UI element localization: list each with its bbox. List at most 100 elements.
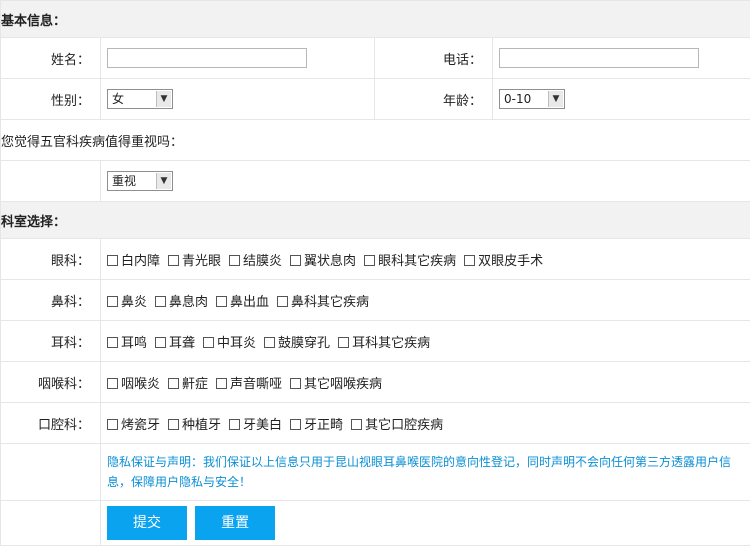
- department-option[interactable]: 双眼皮手术: [464, 250, 543, 269]
- submit-button[interactable]: 提交: [107, 506, 187, 540]
- option-checkbox[interactable]: [168, 377, 180, 389]
- option-checkbox[interactable]: [107, 377, 118, 389]
- option-label: 耳科其它疾病: [352, 335, 431, 351]
- department-option[interactable]: 眼科其它疾病: [364, 250, 456, 269]
- department-option[interactable]: 翼状息肉: [290, 250, 356, 269]
- basic-info-heading: 基本信息：: [0, 0, 750, 38]
- importance-select[interactable]: 重视 ▼: [107, 171, 173, 191]
- option-label: 鼓膜穿孔: [278, 335, 331, 351]
- gender-select[interactable]: 女 ▼: [107, 89, 173, 109]
- option-checkbox[interactable]: [216, 377, 228, 389]
- option-checkbox[interactable]: [107, 336, 118, 348]
- department-row: 口腔科： 烤瓷牙 种植牙 牙美白 牙正畸 其它口腔疾病: [0, 402, 750, 444]
- option-label: 咽喉炎: [121, 376, 161, 392]
- chevron-down-icon: ▼: [156, 173, 171, 189]
- option-label: 鼾症: [182, 376, 209, 392]
- department-option[interactable]: 牙美白: [229, 414, 282, 433]
- reset-button[interactable]: 重置: [195, 506, 276, 540]
- age-selected-value: 0-10: [504, 92, 532, 106]
- option-label: 其它口腔疾病: [365, 417, 444, 433]
- name-input[interactable]: [107, 48, 307, 68]
- option-checkbox[interactable]: [168, 418, 180, 430]
- option-label: 种植牙: [182, 417, 222, 433]
- importance-question: 您觉得五官科疾病值得重视吗：: [0, 119, 750, 161]
- department-option[interactable]: 鼻息肉: [155, 291, 208, 310]
- option-label: 鼻科其它疾病: [291, 294, 370, 310]
- gender-selected-value: 女: [112, 92, 125, 106]
- phone-label: 电话：: [374, 37, 493, 79]
- importance-selected-value: 重视: [112, 174, 137, 188]
- basic-info-section: 基本信息：: [0, 0, 750, 38]
- option-checkbox[interactable]: [264, 336, 276, 348]
- option-checkbox[interactable]: [229, 418, 241, 430]
- phone-input[interactable]: [499, 48, 699, 68]
- option-label: 青光眼: [182, 253, 222, 269]
- department-option[interactable]: 耳鸣: [107, 332, 147, 351]
- department-option[interactable]: 青光眼: [168, 250, 221, 269]
- option-checkbox[interactable]: [277, 295, 289, 307]
- department-groups: 眼科： 白内障 青光眼 结膜炎 翼状息肉 眼科其它疾病 双眼皮手术 鼻科： 鼻炎 鼻息肉 鼻出血 鼻科…: [0, 238, 750, 444]
- department-section: 科室选择：: [0, 201, 750, 239]
- option-label: 鼻息肉: [169, 294, 209, 310]
- age-label: 年龄：: [374, 78, 493, 120]
- option-checkbox[interactable]: [338, 336, 350, 348]
- option-checkbox[interactable]: [290, 254, 302, 266]
- option-label: 鼻炎: [121, 294, 148, 310]
- chevron-down-icon: ▼: [548, 91, 563, 107]
- department-option[interactable]: 咽喉炎: [107, 373, 160, 392]
- option-checkbox[interactable]: [364, 254, 376, 266]
- option-checkbox[interactable]: [290, 377, 302, 389]
- chevron-down-icon: ▼: [156, 91, 171, 107]
- department-option[interactable]: 鼓膜穿孔: [264, 332, 330, 351]
- department-option[interactable]: 种植牙: [168, 414, 221, 433]
- option-label: 眼科其它疾病: [378, 253, 457, 269]
- option-checkbox[interactable]: [229, 254, 241, 266]
- option-label: 双眼皮手术: [478, 253, 544, 269]
- department-option[interactable]: 耳科其它疾病: [338, 332, 430, 351]
- age-select[interactable]: 0-10 ▼: [499, 89, 565, 109]
- department-row: 鼻科： 鼻炎 鼻息肉 鼻出血 鼻科其它疾病: [0, 279, 750, 321]
- department-label: 鼻科：: [0, 279, 101, 321]
- option-checkbox[interactable]: [203, 336, 215, 348]
- privacy-row: 隐私保证与声明：我们保证以上信息只用于昆山视眼耳鼻喉医院的意向性登记，同时声明不…: [0, 443, 750, 501]
- option-label: 中耳炎: [217, 335, 257, 351]
- option-checkbox[interactable]: [107, 254, 118, 266]
- department-option[interactable]: 其它咽喉疾病: [290, 373, 382, 392]
- department-row: 咽喉科： 咽喉炎 鼾症 声音嘶哑 其它咽喉疾病: [0, 361, 750, 403]
- name-phone-row: 姓名： 电话：: [0, 37, 750, 79]
- actions-row: 提交 重置: [0, 500, 750, 546]
- option-checkbox[interactable]: [155, 295, 167, 307]
- department-option[interactable]: 其它口腔疾病: [351, 414, 443, 433]
- department-option[interactable]: 鼾症: [168, 373, 208, 392]
- privacy-notice: 隐私保证与声明：我们保证以上信息只用于昆山视眼耳鼻喉医院的意向性登记，同时声明不…: [99, 443, 750, 501]
- gender-label: 性别：: [0, 78, 101, 120]
- name-label: 姓名：: [0, 37, 101, 79]
- department-option[interactable]: 声音嘶哑: [216, 373, 282, 392]
- option-checkbox[interactable]: [107, 418, 118, 430]
- option-label: 其它咽喉疾病: [304, 376, 383, 392]
- option-label: 翼状息肉: [304, 253, 357, 269]
- option-checkbox[interactable]: [107, 295, 118, 307]
- option-label: 鼻出血: [230, 294, 270, 310]
- option-checkbox[interactable]: [290, 418, 302, 430]
- option-label: 白内障: [121, 253, 161, 269]
- option-label: 耳鸣: [121, 335, 148, 351]
- department-option[interactable]: 白内障: [107, 250, 160, 269]
- department-option[interactable]: 牙正畸: [290, 414, 343, 433]
- option-checkbox[interactable]: [351, 418, 363, 430]
- department-option[interactable]: 鼻出血: [216, 291, 269, 310]
- department-label: 眼科：: [0, 238, 101, 280]
- department-option[interactable]: 鼻炎: [107, 291, 147, 310]
- importance-select-row: 重视 ▼: [0, 160, 750, 202]
- department-option[interactable]: 耳聋: [155, 332, 195, 351]
- department-option[interactable]: 烤瓷牙: [107, 414, 160, 433]
- department-label: 咽喉科：: [0, 361, 101, 403]
- option-label: 耳聋: [169, 335, 196, 351]
- option-checkbox[interactable]: [216, 295, 228, 307]
- option-checkbox[interactable]: [168, 254, 180, 266]
- department-option[interactable]: 中耳炎: [203, 332, 256, 351]
- department-option[interactable]: 结膜炎: [229, 250, 282, 269]
- option-checkbox[interactable]: [464, 254, 476, 266]
- department-option[interactable]: 鼻科其它疾病: [277, 291, 369, 310]
- option-checkbox[interactable]: [155, 336, 167, 348]
